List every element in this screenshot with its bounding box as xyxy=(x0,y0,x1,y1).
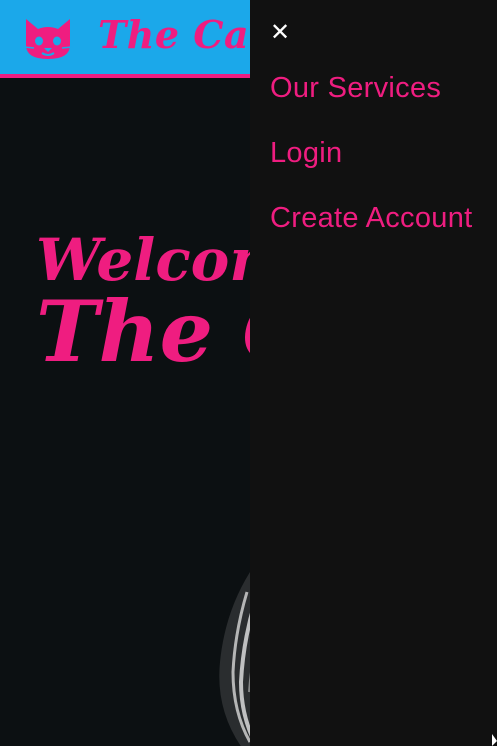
nav-item-login[interactable]: Login xyxy=(270,137,342,170)
cursor-icon xyxy=(492,734,497,746)
close-icon[interactable]: ✕ xyxy=(270,17,300,47)
nav-item-create-account[interactable]: Create Account xyxy=(270,202,473,235)
nav-item-our-services[interactable]: Our Services xyxy=(270,72,441,105)
page: The Cat Sp Welcome T The Ca ✕ Our Servic… xyxy=(0,0,497,746)
cat-face-icon[interactable] xyxy=(22,17,74,61)
side-nav-drawer xyxy=(250,0,497,746)
